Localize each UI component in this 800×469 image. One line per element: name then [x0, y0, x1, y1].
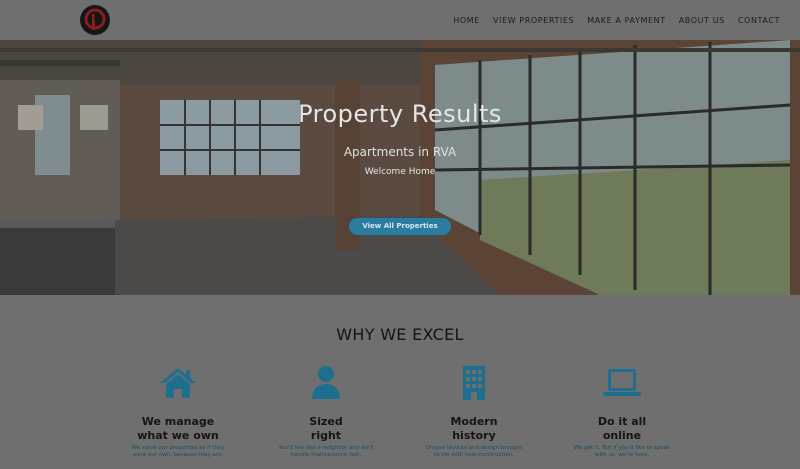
feature-title: Sized right: [309, 415, 343, 442]
feature-item: Sized right You'll feel like a neighbor …: [261, 365, 391, 459]
view-all-properties-button[interactable]: View All Properties: [349, 218, 451, 235]
laptop-icon: [603, 369, 641, 396]
nav-make-a-payment[interactable]: MAKE A PAYMENT: [587, 16, 666, 25]
brand-logo[interactable]: [80, 5, 110, 35]
feature-item: Modern history Unique layouts and design…: [409, 365, 539, 459]
home-icon: [160, 368, 196, 398]
feature-description: We serve our properties as if they were …: [131, 445, 225, 458]
hero-title: Property Results: [298, 100, 502, 128]
feature-item: We manage what we own We serve our prope…: [113, 365, 243, 459]
nav-contact[interactable]: CONTACT: [738, 16, 780, 25]
feature-description: We get it. But if you'd like to speak wi…: [573, 445, 671, 458]
nav-about-us[interactable]: ABOUT US: [679, 16, 725, 25]
hero-banner: Property Results Apartments in RVA Welco…: [0, 40, 800, 295]
feature-item: Do it all online We get it. But if you'd…: [557, 365, 687, 459]
feature-description: You'll feel like a neighbor and we'll ha…: [278, 445, 374, 458]
feature-title: Modern history: [450, 415, 498, 442]
building-icon: [463, 366, 485, 400]
nav-home[interactable]: HOME: [453, 16, 480, 25]
logo-mark-icon: [81, 6, 109, 34]
user-icon: [312, 366, 340, 399]
nav-view-properties[interactable]: VIEW PROPERTIES: [493, 16, 574, 25]
section-title: WHY WE EXCEL: [336, 325, 464, 344]
feature-title: We manage what we own: [137, 415, 219, 442]
main-nav: HOME VIEW PROPERTIES MAKE A PAYMENT ABOU…: [453, 0, 800, 40]
feature-title: Do it all online: [597, 415, 647, 442]
hero-welcome-text: Welcome Home: [364, 167, 436, 177]
hero-subtitle: Apartments in RVA: [343, 145, 457, 159]
why-section: WHY WE EXCEL We manage what we own We se…: [0, 295, 800, 469]
site-header: HOME VIEW PROPERTIES MAKE A PAYMENT ABOU…: [0, 0, 800, 40]
feature-description: Unique layouts and design brought to lif…: [425, 445, 523, 458]
